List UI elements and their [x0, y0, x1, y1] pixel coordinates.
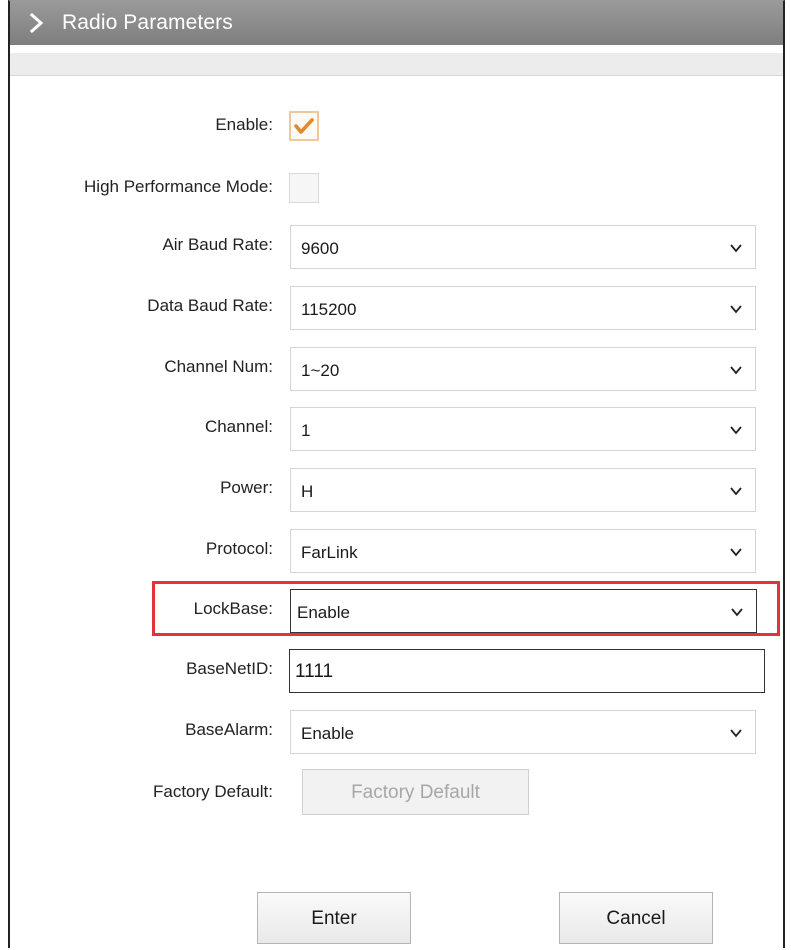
data-baud-rate-value: 115200 [301, 300, 357, 319]
basenetid-row: BaseNetID: 1111 [10, 649, 783, 693]
basenetid-label: BaseNetID: [186, 659, 273, 678]
channel-num-select[interactable]: 1~20 [290, 347, 756, 391]
radio-parameters-panel: Radio Parameters Enable: High Performanc… [8, 0, 785, 948]
chevron-right-icon[interactable] [26, 12, 48, 34]
basealarm-value: Enable [301, 724, 354, 743]
high-performance-mode-checkbox[interactable] [289, 173, 319, 203]
air-baud-rate-label: Air Baud Rate: [162, 235, 273, 254]
power-select[interactable]: H [290, 468, 756, 512]
chevron-down-icon [730, 548, 742, 557]
protocol-label: Protocol: [205, 539, 273, 558]
chevron-down-icon [730, 244, 742, 253]
high-performance-mode-label: High Performance Mode: [84, 177, 273, 196]
cancel-button[interactable]: Cancel [559, 892, 713, 944]
enable-checkbox[interactable] [289, 111, 319, 141]
lockbase-label: LockBase: [193, 599, 273, 618]
factory-default-button[interactable]: Factory Default [302, 769, 529, 815]
basealarm-select[interactable]: Enable [290, 710, 756, 754]
channel-num-value: 1~20 [301, 361, 340, 380]
data-baud-rate-select[interactable]: 115200 [290, 286, 756, 330]
lockbase-row: LockBase: Enable [10, 589, 783, 633]
lockbase-select[interactable]: Enable [290, 589, 757, 633]
chevron-down-icon [730, 487, 742, 496]
channel-num-label: Channel Num: [164, 357, 273, 376]
power-label: Power: [220, 478, 273, 497]
power-value: H [301, 482, 314, 501]
enable-row: Enable: [10, 105, 783, 145]
chevron-down-icon [730, 426, 742, 435]
chevron-down-icon [730, 366, 742, 375]
chevron-down-icon [730, 729, 742, 738]
enable-label: Enable: [215, 115, 273, 134]
lockbase-value: Enable [297, 603, 350, 622]
panel-title: Radio Parameters [62, 11, 233, 34]
chevron-down-icon [731, 608, 743, 617]
basealarm-row: BaseAlarm: Enable [10, 710, 783, 754]
panel-header: Radio Parameters [10, 1, 783, 45]
air-baud-rate-select[interactable]: 9600 [290, 225, 756, 269]
protocol-value: FarLink [301, 543, 358, 562]
protocol-row: Protocol: FarLink [10, 529, 783, 573]
channel-label: Channel: [204, 417, 273, 436]
factory-default-label: Factory Default: [153, 782, 273, 801]
enter-button[interactable]: Enter [257, 892, 411, 944]
power-row: Power: H [10, 468, 783, 512]
data-baud-rate-label: Data Baud Rate: [147, 296, 273, 315]
channel-num-row: Channel Num: 1~20 [10, 347, 783, 391]
channel-row: Channel: 1 [10, 407, 783, 451]
basenetid-input[interactable]: 1111 [289, 649, 765, 693]
chevron-down-icon [730, 305, 742, 314]
basealarm-label: BaseAlarm: [185, 720, 273, 739]
air-baud-rate-row: Air Baud Rate: 9600 [10, 225, 783, 269]
protocol-select[interactable]: FarLink [290, 529, 756, 573]
channel-select[interactable]: 1 [290, 407, 756, 451]
data-baud-rate-row: Data Baud Rate: 115200 [10, 286, 783, 330]
header-subbar [10, 53, 783, 76]
high-performance-mode-row: High Performance Mode: [10, 167, 783, 207]
checkmark-icon [294, 118, 314, 134]
channel-value: 1 [301, 421, 311, 440]
air-baud-rate-value: 9600 [301, 239, 339, 258]
factory-default-row: Factory Default: Factory Default [10, 769, 783, 815]
